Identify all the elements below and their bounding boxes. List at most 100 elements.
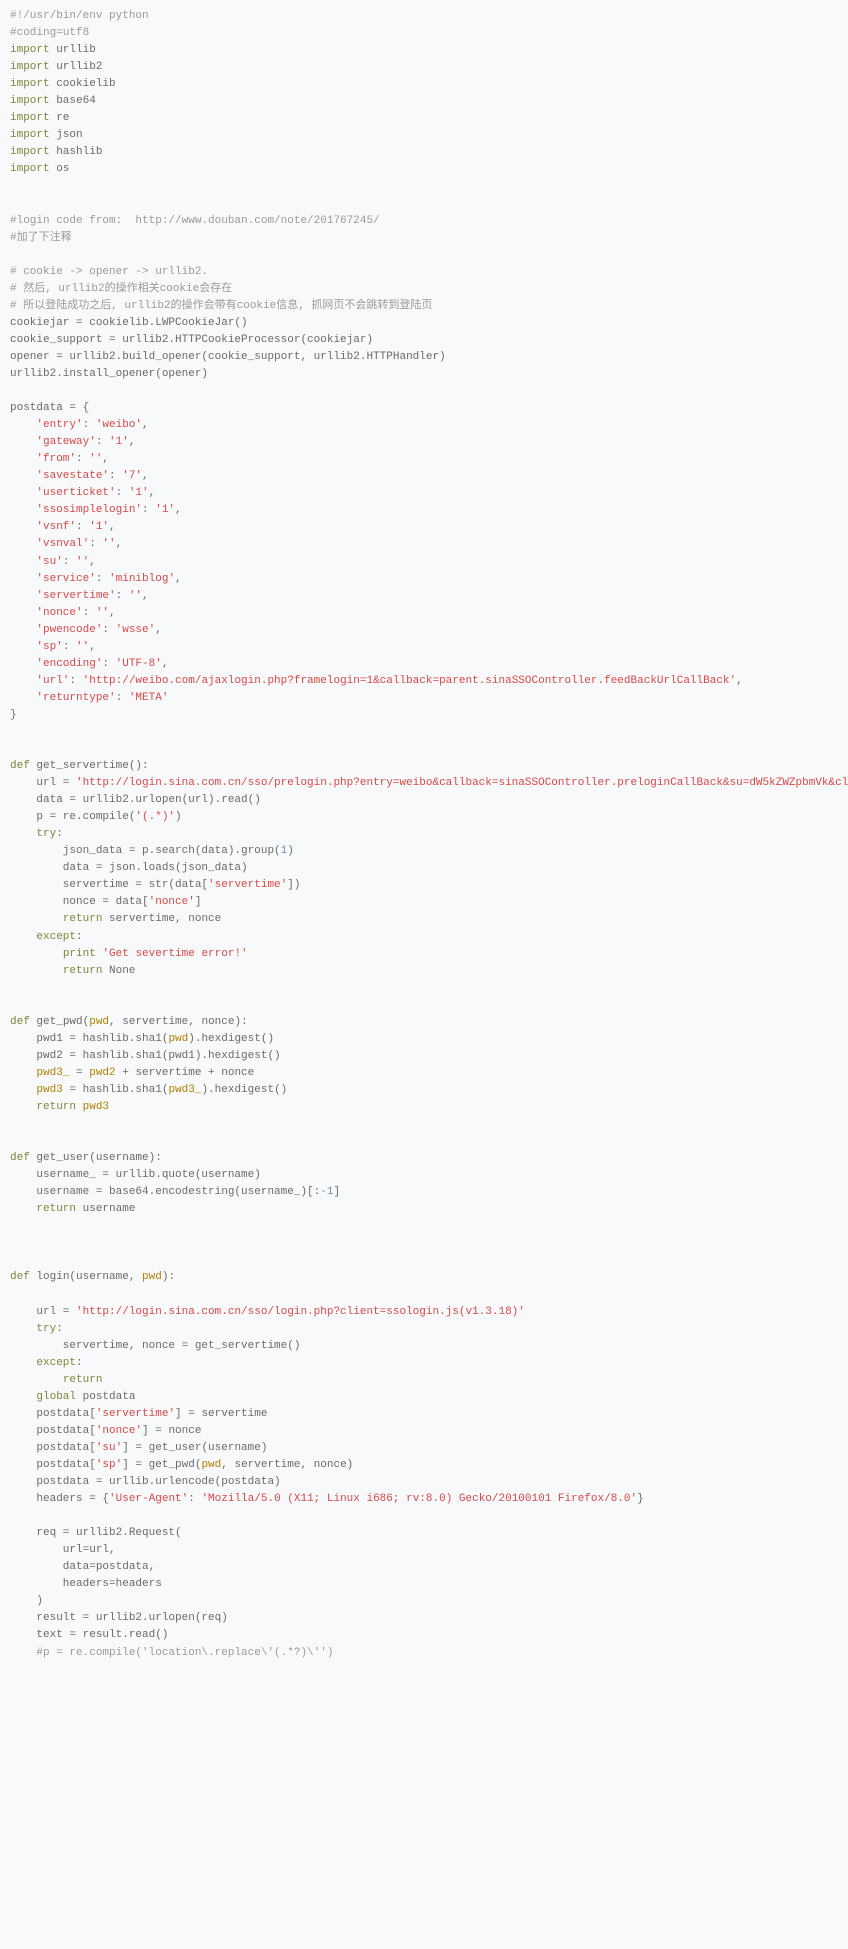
code-token: '' [129,590,142,602]
code-line: urllib2.install_opener(opener) [10,368,208,380]
code-line: 'ssosimplelogin': '1', [10,504,182,516]
code-token: except [36,1357,76,1369]
code-line: return pwd3 [10,1101,109,1113]
code-token [10,556,36,568]
code-token: 'wsse' [116,624,156,636]
code-line: global postdata [10,1391,135,1403]
code-token [10,1067,36,1079]
code-line: #login code from: http://www.douban.com/… [10,215,380,227]
code-line: 'vsnf': '1', [10,521,116,533]
code-token: '(.*)' [135,811,175,823]
code-token: base64 [50,95,96,107]
code-token: import [10,61,50,73]
code-line: url = 'http://login.sina.com.cn/sso/logi… [10,1306,525,1318]
code-token [10,692,36,704]
code-line: servertime, nonce = get_servertime() [10,1340,300,1352]
code-line: 'su': '', [10,556,96,568]
code-token: return [36,1101,76,1113]
code-token: 'service' [36,573,95,585]
code-token: opener = urllib2.build_opener(cookie_sup… [10,351,446,363]
code-line: req = urllib2.Request( [10,1527,182,1539]
code-token [10,1323,36,1335]
code-token: pwd [89,1016,109,1028]
code-line: except: [10,931,83,943]
code-token: : [109,470,122,482]
code-token: pwd2 [89,1067,115,1079]
code-token: : [96,573,109,585]
code-token: : [116,487,129,499]
code-line: pwd3_ = pwd2 + servertime + nonce [10,1067,254,1079]
code-token: : [102,658,115,670]
code-line: postdata['su'] = get_user(username) [10,1442,267,1454]
code-token: pwd [201,1459,221,1471]
code-token: return [63,1374,103,1386]
code-token: def [10,760,30,772]
code-token: import [10,129,50,141]
code-token: : [76,931,83,943]
code-token: headers=headers [10,1578,162,1590]
code-line: 'gateway': '1', [10,436,135,448]
code-line: pwd3 = hashlib.sha1(pwd3_).hexdigest() [10,1084,287,1096]
code-line: postdata = urllib.urlencode(postdata) [10,1476,281,1488]
code-line: postdata['servertime'] = servertime [10,1408,267,1420]
code-token: } [637,1493,644,1505]
code-token: pwd3 [36,1084,62,1096]
code-token: url = [10,777,76,789]
code-token: postdata[ [10,1425,96,1437]
code-token: pwd3_ [168,1084,201,1096]
code-line: pwd1 = hashlib.sha1(pwd).hexdigest() [10,1033,274,1045]
code-token: : [76,453,89,465]
code-token: 'http://login.sina.com.cn/sso/prelogin.p… [76,777,848,789]
code-line: 'from': '', [10,453,109,465]
code-line: 'entry': 'weibo', [10,419,149,431]
code-line: servertime = str(data['servertime']) [10,879,300,891]
code-line: cookiejar = cookielib.LWPCookieJar() [10,317,248,329]
code-token: '7' [122,470,142,482]
code-line: return [10,1374,102,1386]
code-token: 'savestate' [36,470,109,482]
code-token: ) [175,811,182,823]
code-line: import urllib2 [10,61,102,73]
code-line: def get_servertime(): [10,760,149,772]
code-token: print [63,948,96,960]
code-token: '' [76,556,89,568]
code-token: : [96,436,109,448]
code-line: try: [10,1323,63,1335]
code-line: 'pwencode': 'wsse', [10,624,162,636]
code-line: 'service': 'miniblog', [10,573,182,585]
code-token: : [69,675,82,687]
code-token: , [129,436,136,448]
code-line: result = urllib2.urlopen(req) [10,1612,228,1624]
code-token: def [10,1152,30,1164]
code-token: ] [195,896,202,908]
code-token: '' [96,607,109,619]
code-line: import hashlib [10,146,102,158]
code-token: 'User-Agent' [109,1493,188,1505]
code-token: 'entry' [36,419,82,431]
code-token: , [142,590,149,602]
code-token: 'servertime' [208,879,287,891]
code-line: #p = re.compile('location\.replace\'(.*?… [10,1647,333,1659]
code-token: #!/usr/bin/env python [10,10,149,22]
code-line: data = json.loads(json_data) [10,862,248,874]
code-token [10,521,36,533]
code-token: 'encoding' [36,658,102,670]
code-line: } [10,709,17,721]
code-token: return [63,913,103,925]
code-token: , [109,607,116,619]
code-line: return username [10,1203,135,1215]
code-line: username = base64.encodestring(username_… [10,1186,340,1198]
code-token [10,1203,36,1215]
code-line: headers = {'User-Agent': 'Mozilla/5.0 (X… [10,1493,644,1505]
code-token: , [89,556,96,568]
code-token: : [76,1357,83,1369]
code-token: def [10,1016,30,1028]
code-line: 'userticket': '1', [10,487,155,499]
code-line: #!/usr/bin/env python [10,10,149,22]
code-token: postdata[ [10,1459,96,1471]
code-line: headers=headers [10,1578,162,1590]
code-token: , [175,504,182,516]
code-token: 'Get severtime error!' [102,948,247,960]
code-token: ] = nonce [142,1425,201,1437]
code-token: urllib [50,44,96,56]
